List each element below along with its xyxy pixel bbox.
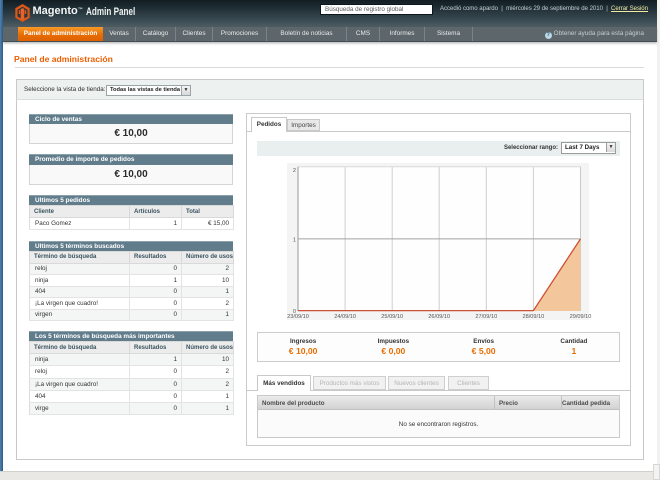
svg-text:24/09/10: 24/09/10 [334, 314, 356, 320]
svg-text:28/09/10: 28/09/10 [523, 314, 545, 320]
svg-text:29/09/10: 29/09/10 [570, 314, 592, 320]
svg-text:25/09/10: 25/09/10 [381, 314, 403, 320]
svg-text:1: 1 [293, 238, 296, 244]
svg-text:23/09/10: 23/09/10 [287, 314, 309, 320]
svg-text:27/09/10: 27/09/10 [475, 314, 497, 320]
svg-text:26/09/10: 26/09/10 [428, 314, 450, 320]
svg-text:2: 2 [293, 168, 296, 174]
